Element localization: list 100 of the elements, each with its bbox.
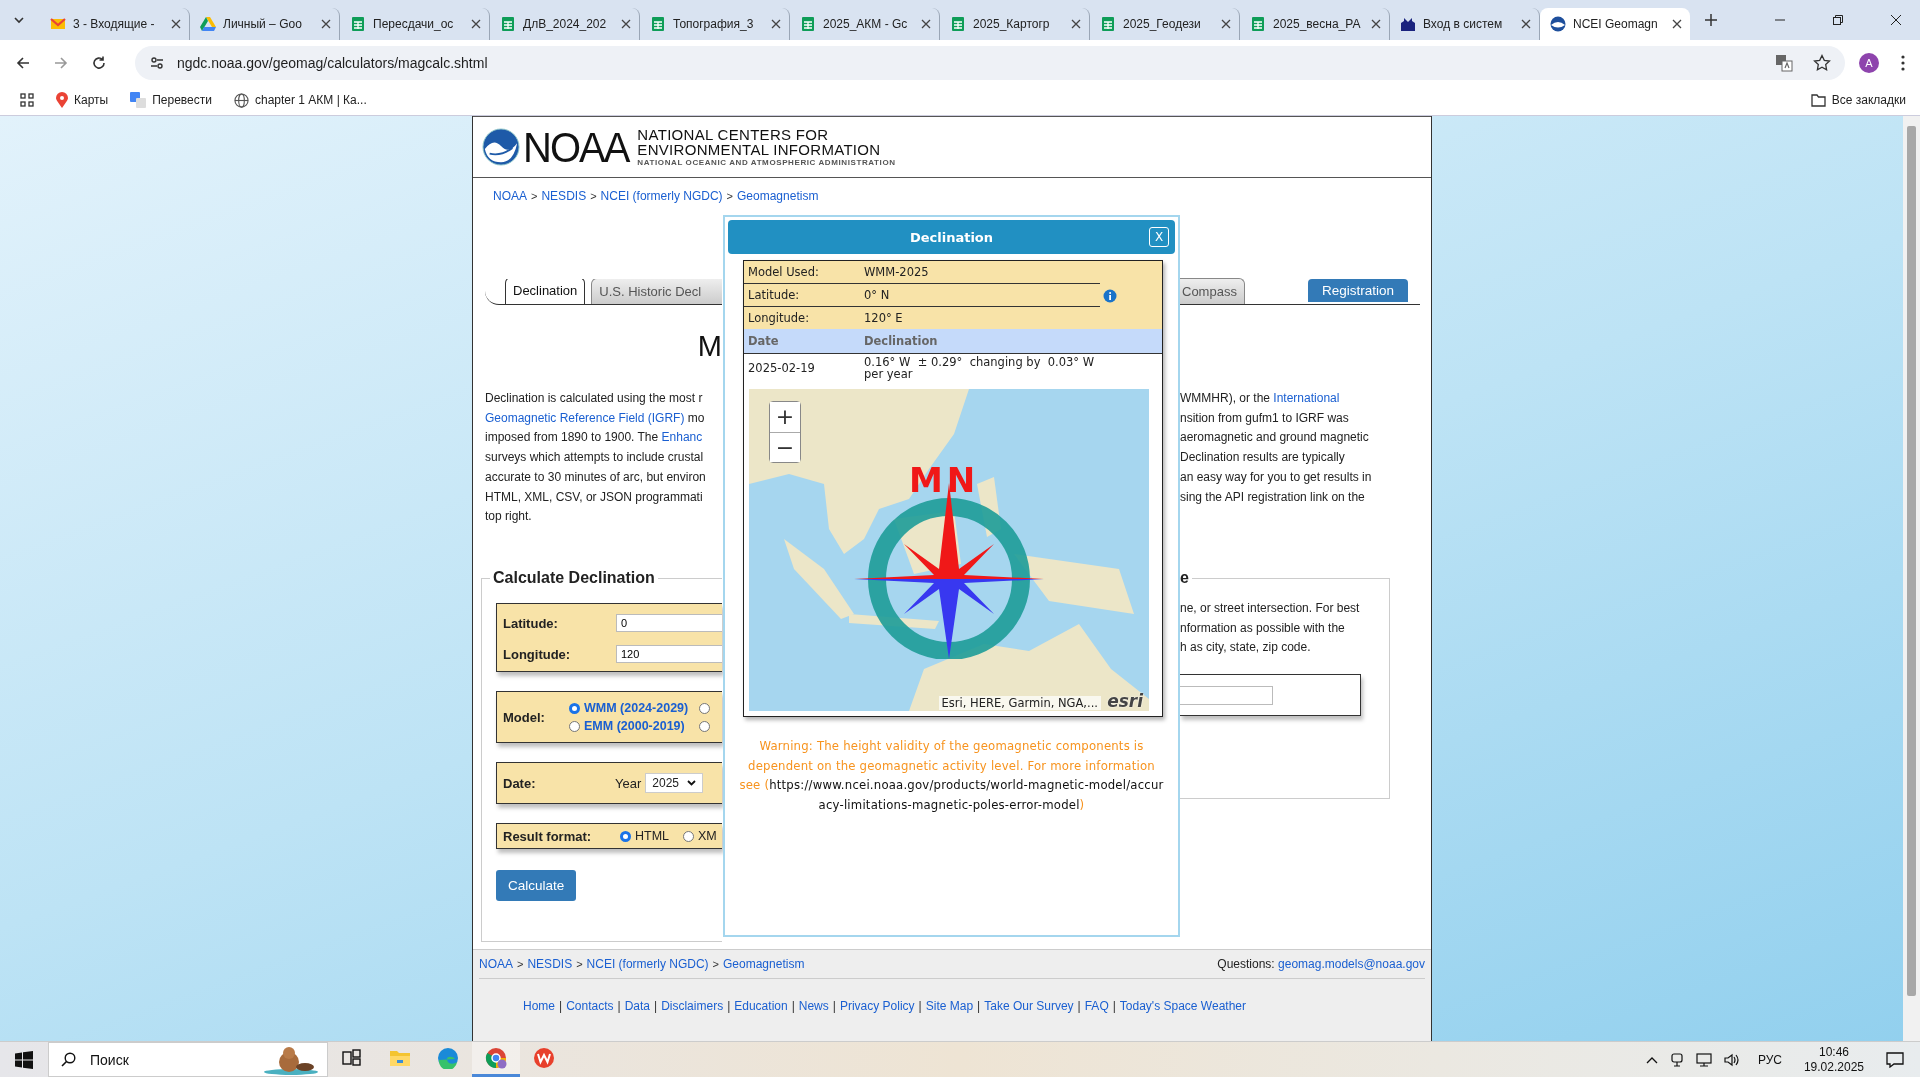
field-label: Result format: <box>502 828 593 844</box>
breadcrumb-link[interactable]: NESDIS <box>527 957 573 971</box>
all-bookmarks-item[interactable]: Все закладки <box>1810 93 1906 107</box>
breadcrumb-link[interactable]: NESDIS <box>541 189 587 203</box>
taskbar-search-field[interactable]: Поиск <box>48 1042 328 1077</box>
more-options-icon[interactable] <box>1901 54 1905 71</box>
radio-button[interactable] <box>569 720 580 732</box>
translate-icon[interactable] <box>1775 53 1793 72</box>
clock-date[interactable]: 19.02.2025 <box>1803 1059 1864 1075</box>
forward-icon[interactable] <box>53 54 69 71</box>
logo-wordmark: NOAA <box>523 126 629 168</box>
body-text: ne, or street intersection. For best <box>1180 600 1361 617</box>
start-icon[interactable] <box>15 1050 33 1069</box>
apps-grid-icon[interactable] <box>20 93 34 107</box>
close-icon[interactable] <box>1521 19 1531 29</box>
registration-button[interactable]: Registration <box>1307 279 1408 302</box>
close-icon[interactable] <box>171 19 181 29</box>
close-icon[interactable] <box>1371 19 1381 29</box>
page-tab[interactable]: U.S. Historic Decl <box>591 279 722 304</box>
body-text: imposed from 1890 to 1900. The <box>485 430 660 445</box>
footer-link[interactable]: Data <box>624 999 650 1013</box>
breadcrumb-link[interactable]: Geomagnetism <box>723 957 805 971</box>
longitude-input[interactable]: 120 <box>616 645 722 663</box>
link-separator: | <box>1077 999 1081 1013</box>
notification-icon[interactable] <box>1886 1051 1904 1068</box>
footer-link[interactable]: Take Our Survey <box>984 999 1074 1013</box>
breadcrumb-link[interactable]: NCEI (formerly NGDC) <box>586 957 709 971</box>
close-icon[interactable] <box>921 19 931 29</box>
text-link[interactable]: Geomagnetic Reference Field (IGRF) <box>485 410 685 425</box>
breadcrumb-separator: > <box>531 190 538 202</box>
back-icon[interactable] <box>15 54 31 71</box>
radio-button[interactable] <box>699 720 710 732</box>
language-indicator[interactable]: РУС <box>1757 1052 1782 1067</box>
breadcrumb-link[interactable]: NOAA <box>493 189 527 203</box>
zoom-out-button[interactable]: − <box>770 432 800 462</box>
radio-label[interactable]: EMM (2000-2019) <box>584 719 685 733</box>
footer-link[interactable]: Education <box>734 999 788 1013</box>
column-header: Date <box>748 334 780 348</box>
text-link[interactable]: Enhanc <box>661 430 703 445</box>
breadcrumb-link[interactable]: NOAA <box>479 957 513 971</box>
close-icon[interactable] <box>771 19 781 29</box>
table-cell-text: 0.16° W ± 0.29° changing by 0.03° W per year <box>864 357 1096 380</box>
body-text: an easy way for you to get results in <box>1180 469 1372 484</box>
radio-button[interactable] <box>620 830 631 842</box>
radio-button[interactable] <box>569 702 580 714</box>
close-icon[interactable] <box>621 19 631 29</box>
address-field[interactable]: ngdc.noaa.gov/geomag/calculators/magcalc.shtml <box>135 45 1845 80</box>
breadcrumb-link[interactable]: NCEI (formerly NGDC) <box>600 189 723 203</box>
volume-icon[interactable] <box>1723 1052 1740 1067</box>
network-icon[interactable] <box>1695 1052 1712 1067</box>
browser-tab[interactable]: NCEI Geomagn <box>1540 8 1690 40</box>
address-input[interactable] <box>1180 685 1273 705</box>
body-text: WMMHR), or the <box>1180 391 1271 405</box>
info-icon[interactable] <box>1103 288 1117 303</box>
radio-label[interactable]: HTML <box>635 829 670 843</box>
footer-link[interactable]: Contacts <box>566 999 614 1013</box>
page-tab[interactable]: Declination <box>505 279 586 304</box>
breadcrumb-link[interactable]: Geomagnetism <box>737 189 819 203</box>
scrollbar[interactable] <box>1903 116 1920 1041</box>
bookmark-item[interactable]: Перевести <box>130 92 212 108</box>
restore-icon[interactable] <box>1832 14 1844 26</box>
close-icon[interactable] <box>471 19 481 29</box>
text-link[interactable]: International <box>1273 391 1340 405</box>
footer-link[interactable]: Today's Space Weather <box>1119 999 1246 1013</box>
map-attribution: Esri, HERE, Garmin, NGA,... <box>938 696 1101 710</box>
bookmark-item[interactable]: chapter 1 АКМ | Ка... <box>233 92 367 108</box>
footer-link[interactable]: Disclaimers <box>661 999 724 1013</box>
star-icon[interactable] <box>1813 53 1831 72</box>
footer-link[interactable]: Home <box>523 999 556 1013</box>
body-text: Declination is calculated using the most r <box>485 391 703 405</box>
bookmark-item[interactable]: Карты <box>56 92 109 108</box>
footer-link[interactable]: News <box>798 999 829 1013</box>
site-settings-icon[interactable] <box>149 54 165 71</box>
footer-link[interactable]: Site Map <box>925 999 974 1013</box>
close-icon[interactable] <box>1071 19 1081 29</box>
year-select[interactable]: 2025 <box>645 773 703 793</box>
new-tab-icon[interactable] <box>1704 13 1718 27</box>
radio-label[interactable]: WMM (2024-2029) <box>584 701 689 715</box>
email-link[interactable]: geomag.models@noaa.gov <box>1278 957 1425 971</box>
radio-button[interactable] <box>683 830 695 842</box>
close-icon[interactable] <box>1672 19 1682 29</box>
taskbar-app[interactable] <box>472 1042 520 1077</box>
page-tab[interactable]: Compass <box>1180 278 1245 304</box>
footer-link[interactable]: Privacy Policy <box>839 999 915 1013</box>
breadcrumb-separator: > <box>712 958 719 970</box>
close-icon[interactable] <box>321 19 331 29</box>
clock-time[interactable]: 10:46 <box>1818 1044 1849 1060</box>
close-icon[interactable] <box>1221 19 1231 29</box>
footer-link[interactable]: FAQ <box>1084 999 1109 1013</box>
close-button[interactable]: X <box>1149 227 1169 247</box>
chevron-up-icon[interactable] <box>1645 1055 1658 1064</box>
profile-avatar[interactable]: A <box>1859 52 1879 73</box>
link-separator: | <box>1112 999 1116 1013</box>
calculate-button[interactable]: Calculate <box>496 870 577 901</box>
radio-label[interactable]: XM <box>698 829 717 843</box>
reload-icon[interactable] <box>91 54 107 71</box>
field-label: Latitude: <box>503 615 559 631</box>
close-icon[interactable] <box>1890 14 1902 26</box>
latitude-input[interactable]: 0 <box>616 614 722 632</box>
radio-button[interactable] <box>699 702 710 714</box>
